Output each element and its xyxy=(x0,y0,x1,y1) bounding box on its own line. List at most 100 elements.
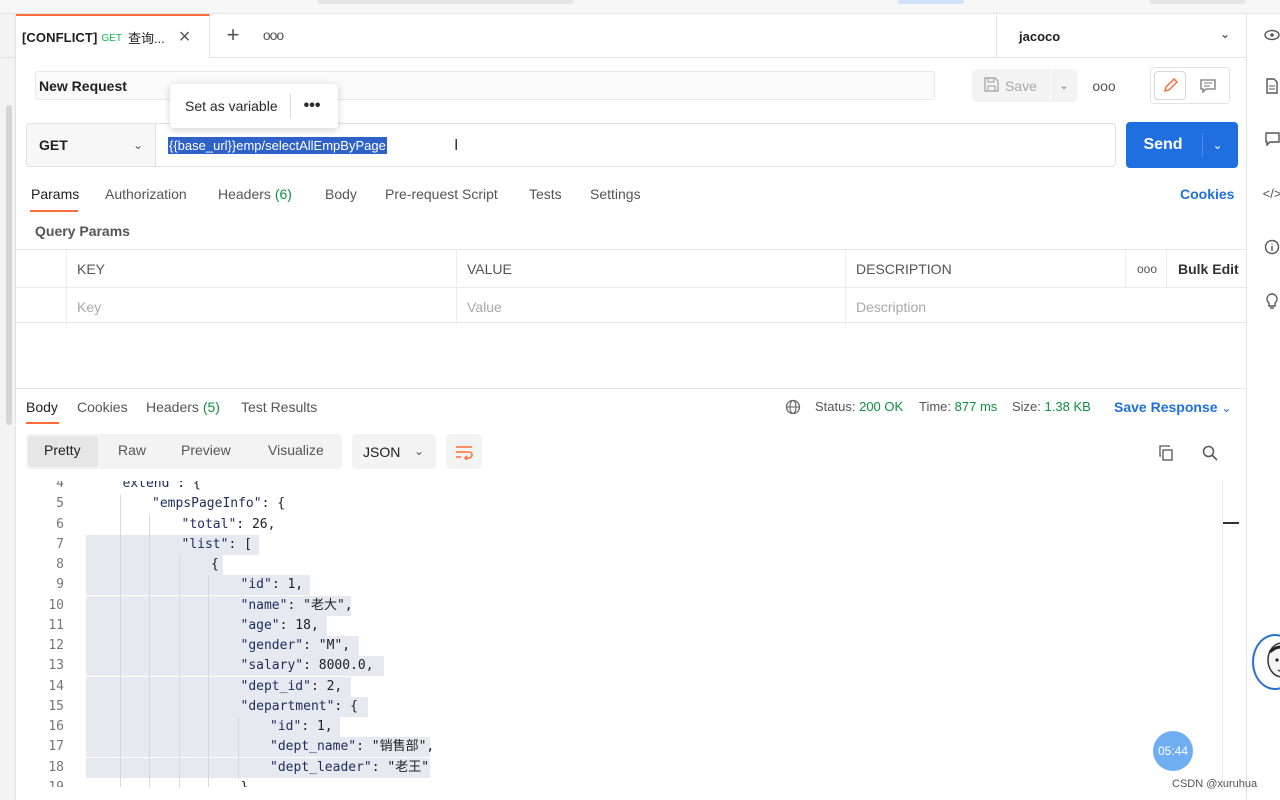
watermark-text: CSDN @xuruhua xyxy=(1172,778,1258,790)
key-column-header: KEY xyxy=(67,250,457,287)
indent-guide xyxy=(178,555,180,576)
save-button[interactable]: Save xyxy=(972,69,1050,102)
tab-tests[interactable]: Tests xyxy=(529,186,562,202)
indent-guide xyxy=(119,534,121,556)
description-input[interactable]: Description xyxy=(846,288,1246,325)
tab-headers-label: Headers xyxy=(218,186,271,202)
new-tab-plus-icon[interactable]: + xyxy=(220,20,246,50)
json-key: "dept_leader" xyxy=(270,759,372,775)
line-number: 5 xyxy=(56,496,64,512)
line-number: 19 xyxy=(26,778,64,787)
indent-guide xyxy=(149,534,150,556)
code-scrollbar[interactable] xyxy=(1222,481,1244,791)
tab-method: GET xyxy=(101,32,122,44)
response-body-code[interactable]: 4 extend : {5 "empsPageInfo": {6 "total": 2… xyxy=(26,481,1222,787)
status-readout[interactable]: Status: 200 OK xyxy=(815,399,903,414)
window-top-strip xyxy=(0,0,1280,14)
indent-guide xyxy=(149,615,150,637)
indent-guide xyxy=(208,696,209,718)
search-icon[interactable] xyxy=(1200,443,1220,463)
save-response-button[interactable]: Save Response ⌄ xyxy=(1114,399,1231,415)
wrap-lines-icon[interactable] xyxy=(446,434,482,469)
line-number: 10 xyxy=(48,597,64,613)
cookies-link[interactable]: Cookies xyxy=(1180,186,1234,202)
json-value: : { xyxy=(334,698,358,714)
send-dropdown-chevron-icon[interactable]: ⌄ xyxy=(1202,133,1232,157)
indent-guide xyxy=(208,676,209,698)
response-tab-headers[interactable]: Headers (5) xyxy=(146,399,220,415)
code-icon[interactable]: </> xyxy=(1263,184,1280,202)
bulk-edit-button[interactable]: Bulk Edit xyxy=(1167,250,1246,287)
tab-headers[interactable]: Headers (6) xyxy=(218,186,292,202)
line-number: 17 xyxy=(48,739,64,755)
code-text: "department": { xyxy=(241,697,358,717)
indent-guide xyxy=(119,615,121,637)
json-value: : "老大", xyxy=(287,597,353,613)
indent-guide xyxy=(119,757,121,779)
status-value: 200 OK xyxy=(859,399,904,414)
set-as-variable-button[interactable]: Set as variable xyxy=(185,98,278,114)
left-scrollbar[interactable] xyxy=(6,105,12,425)
tab-params[interactable]: Params xyxy=(31,186,79,202)
copy-icon[interactable] xyxy=(1156,443,1176,463)
method-select[interactable]: GET ⌄ xyxy=(26,123,156,167)
save-dropdown-chevron-icon[interactable]: ⌄ xyxy=(1050,69,1077,102)
tooltip-more-icon[interactable]: ••• xyxy=(304,97,321,115)
indent-guide xyxy=(208,615,209,637)
globe-icon[interactable] xyxy=(784,398,802,416)
time-readout[interactable]: Time: 877 ms xyxy=(919,399,997,414)
json-key: "dept_id" xyxy=(240,678,311,694)
indent-guide xyxy=(119,717,121,738)
response-divider[interactable] xyxy=(16,388,1246,389)
indent-guide xyxy=(149,737,150,759)
format-select[interactable]: JSON ⌄ xyxy=(352,434,436,469)
bulb-icon[interactable] xyxy=(1263,292,1280,310)
info-icon[interactable] xyxy=(1263,238,1280,256)
indent-guide xyxy=(208,757,209,779)
tab-authorization[interactable]: Authorization xyxy=(105,186,187,202)
key-input[interactable]: Key xyxy=(67,288,457,325)
format-value: JSON xyxy=(363,443,401,460)
code-text: "gender": "M", xyxy=(241,636,351,656)
time-label: Time: xyxy=(919,399,952,414)
json-value: : 1, xyxy=(271,577,304,593)
tab-settings[interactable]: Settings xyxy=(590,186,641,202)
table-row-checkbox[interactable] xyxy=(16,288,67,325)
response-tab-cookies[interactable]: Cookies xyxy=(77,399,128,415)
request-more-icon[interactable]: ooo xyxy=(1092,78,1115,94)
value-input[interactable]: Value xyxy=(457,288,846,325)
json-value: : "M", xyxy=(303,638,351,653)
more-horizontal-icon[interactable]: ooo xyxy=(262,22,284,48)
code-line: 5 "empsPageInfo": { xyxy=(26,494,1222,516)
close-icon[interactable]: × xyxy=(179,26,191,49)
indent-guide xyxy=(119,636,121,657)
indent-guide xyxy=(178,615,180,637)
view-mode-visualize[interactable]: Visualize xyxy=(268,442,324,458)
code-text: "list": [ xyxy=(182,535,252,555)
code-line: 16 "id": 1, xyxy=(26,717,1222,738)
tab-pre-request-script[interactable]: Pre-request Script xyxy=(385,186,498,202)
view-mode-raw[interactable]: Raw xyxy=(118,442,146,458)
environment-select[interactable]: jacoco ⌄ xyxy=(996,14,1246,58)
top-strip-block xyxy=(318,0,574,4)
eye-icon[interactable] xyxy=(1263,26,1280,44)
response-tab-body[interactable]: Body xyxy=(26,399,58,415)
line-number: 7 xyxy=(56,536,64,552)
table-more-icon[interactable]: ooo xyxy=(1126,250,1167,287)
indent-guide xyxy=(119,555,121,576)
view-mode-pretty[interactable]: Pretty xyxy=(44,442,81,458)
tab-body[interactable]: Body xyxy=(325,186,357,202)
view-mode-preview[interactable]: Preview xyxy=(181,442,231,458)
document-icon[interactable] xyxy=(1263,77,1280,95)
comment-icon[interactable] xyxy=(1192,71,1224,100)
url-input[interactable]: {{base_url}}emp/selectAllEmpByPage xyxy=(156,123,1116,167)
size-readout[interactable]: Size: 1.38 KB xyxy=(1012,399,1091,414)
comments-icon[interactable] xyxy=(1263,130,1280,148)
text-cursor-icon: I xyxy=(454,137,459,154)
save-icon xyxy=(984,76,999,95)
chevron-down-icon: ⌄ xyxy=(132,138,143,152)
request-tab-active[interactable]: [CONFLICT] GET 查询... × xyxy=(16,14,210,58)
response-tab-test-results[interactable]: Test Results xyxy=(241,399,317,415)
status-label: Status: xyxy=(815,399,856,414)
pencil-icon[interactable] xyxy=(1154,71,1186,100)
